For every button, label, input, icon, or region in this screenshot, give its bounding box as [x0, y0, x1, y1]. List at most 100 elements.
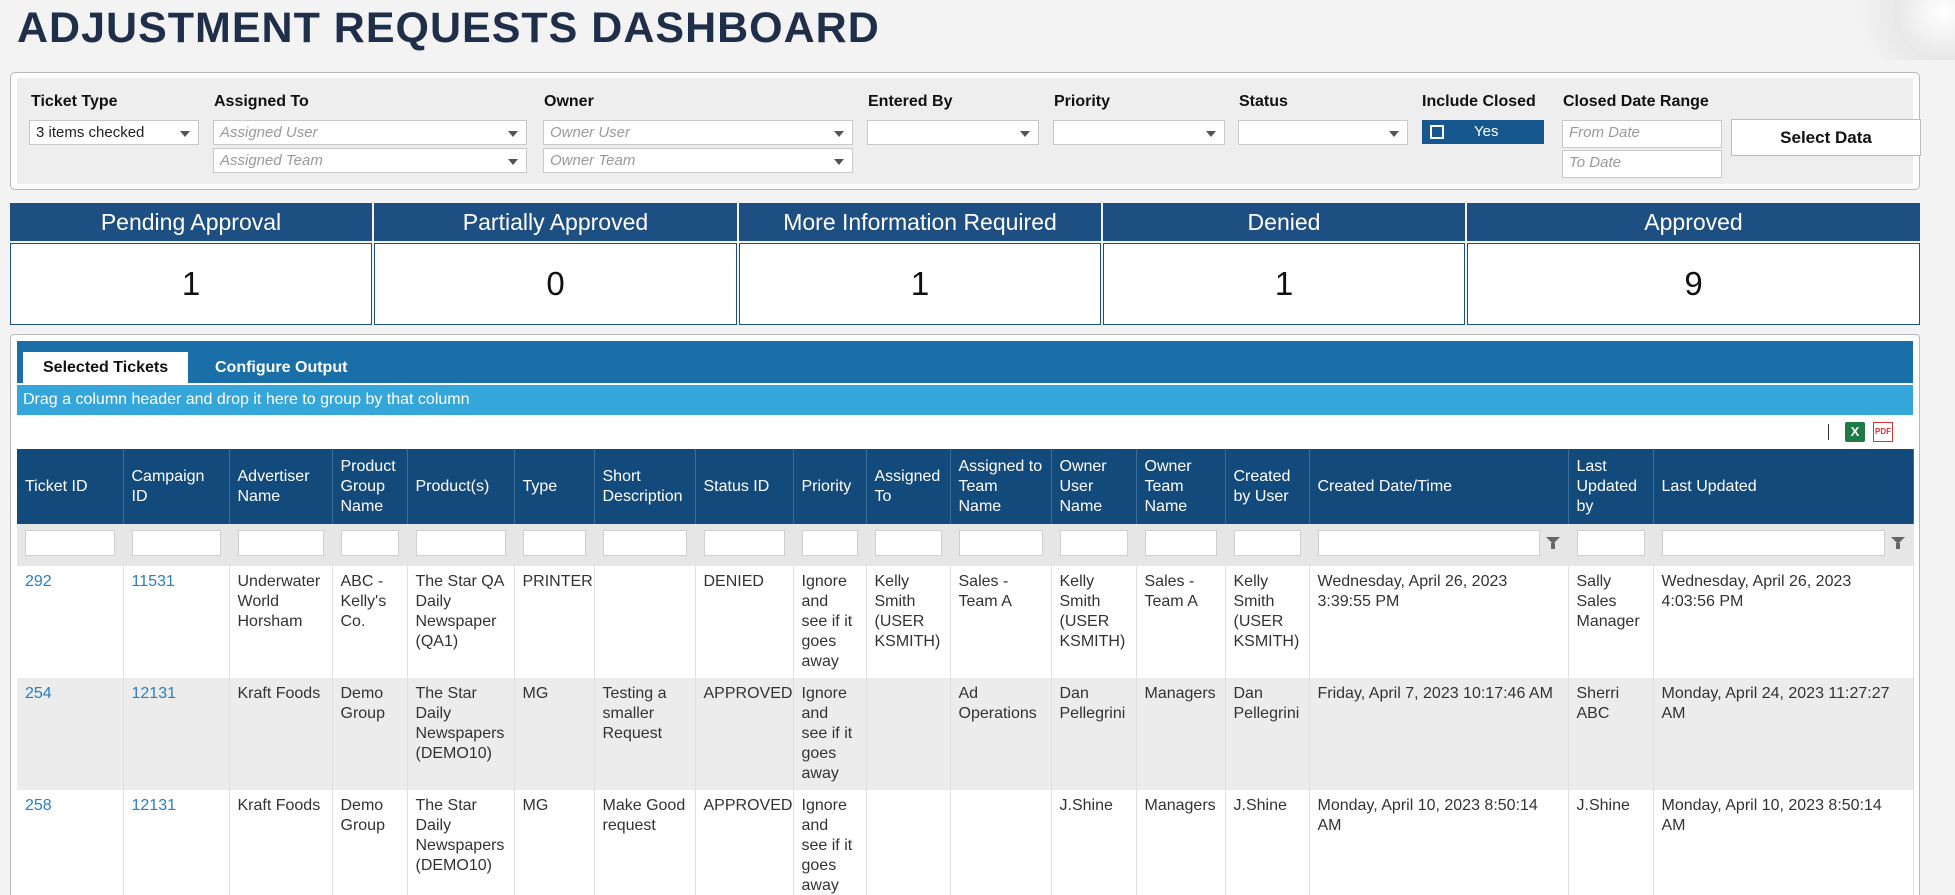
- assigned-team-select[interactable]: Assigned Team: [213, 148, 527, 173]
- column-header[interactable]: Last Updated: [1653, 449, 1914, 524]
- table-cell: Sally Sales Manager: [1568, 566, 1654, 678]
- tickets-table: Ticket ID Campaign ID Advertiser Name Pr…: [17, 449, 1914, 895]
- status-select[interactable]: [1238, 120, 1408, 145]
- status-label: Status: [1239, 93, 1288, 110]
- column-header[interactable]: Created Date/Time: [1309, 449, 1569, 524]
- table-row[interactable]: 254 12131 Kraft Foods Demo Group The Sta…: [17, 678, 1914, 790]
- table-cell: Ignore and see if it goes away: [793, 678, 867, 790]
- table-cell: Dan Pellegrini: [1225, 678, 1310, 790]
- column-filter-input[interactable]: [340, 530, 399, 556]
- column-filter-input[interactable]: [1576, 530, 1645, 556]
- column-header[interactable]: Type: [514, 449, 595, 524]
- campaign-id-link[interactable]: 11531: [132, 573, 175, 590]
- table-cell: Friday, April 7, 2023 10:17:46 AM: [1309, 678, 1569, 790]
- table-cell: J.Shine: [1051, 790, 1137, 895]
- table-cell: Demo Group: [332, 678, 408, 790]
- table-cell: Dan Pellegrini: [1051, 678, 1137, 790]
- filter-icon[interactable]: [1545, 536, 1560, 550]
- tab-configure-output[interactable]: Configure Output: [195, 352, 367, 383]
- column-filter-input[interactable]: [1661, 530, 1885, 556]
- column-filter-input[interactable]: [415, 530, 506, 556]
- filter-icon[interactable]: [1890, 536, 1905, 550]
- column-filter-input[interactable]: [1233, 530, 1301, 556]
- excel-export-icon[interactable]: X: [1845, 422, 1865, 442]
- kpi-partially-approved: Partially Approved 0: [374, 203, 737, 325]
- column-header[interactable]: Assigned to Team Name: [950, 449, 1052, 524]
- table-cell: PRINTER: [514, 566, 595, 678]
- table-cell: Testing a smaller Request: [594, 678, 696, 790]
- column-header[interactable]: Owner Team Name: [1136, 449, 1226, 524]
- kpi-value: 9: [1467, 243, 1920, 325]
- owner-team-select[interactable]: Owner Team: [543, 148, 853, 173]
- closed-date-range-label: Closed Date Range: [1563, 93, 1709, 110]
- column-filter-input[interactable]: [602, 530, 687, 556]
- ticket-id-link[interactable]: 258: [25, 797, 52, 814]
- column-header[interactable]: Status ID: [695, 449, 794, 524]
- ticket-type-select[interactable]: 3 items checked: [29, 120, 199, 145]
- column-header[interactable]: Advertiser Name: [229, 449, 333, 524]
- chevron-down-icon: [1020, 131, 1030, 137]
- kpi-label: Approved: [1467, 203, 1920, 241]
- kpi-value: 1: [1103, 243, 1465, 325]
- column-header[interactable]: Assigned To: [866, 449, 951, 524]
- ticket-id-link[interactable]: 292: [25, 573, 52, 590]
- table-cell: Underwater World Horsham: [229, 566, 333, 678]
- column-header[interactable]: Last Updated by: [1568, 449, 1654, 524]
- kpi-label: Denied: [1103, 203, 1465, 241]
- column-filter-input[interactable]: [958, 530, 1043, 556]
- table-cell: [866, 678, 951, 790]
- column-header[interactable]: Product Group Name: [332, 449, 408, 524]
- table-cell: Sales - Team A: [950, 566, 1052, 678]
- column-filter-input[interactable]: [801, 530, 858, 556]
- table-cell: Sales - Team A: [1136, 566, 1226, 678]
- column-filter-input[interactable]: [131, 530, 221, 556]
- pdf-export-icon[interactable]: PDF: [1873, 422, 1893, 442]
- page-title: ADJUSTMENT REQUESTS DASHBOARD: [17, 4, 880, 52]
- table-cell: Monday, April 10, 2023 8:50:14 AM: [1653, 790, 1914, 895]
- column-header[interactable]: Campaign ID: [123, 449, 230, 524]
- kpi-denied: Denied 1: [1103, 203, 1465, 325]
- table-cell: APPROVED: [695, 790, 794, 895]
- assigned-to-label: Assigned To: [214, 93, 309, 110]
- table-cell: Wednesday, April 26, 2023 4:03:56 PM: [1653, 566, 1914, 678]
- table-row[interactable]: 292 11531 Underwater World Horsham ABC -…: [17, 566, 1914, 678]
- column-filter-input[interactable]: [25, 530, 115, 556]
- assigned-user-select[interactable]: Assigned User: [213, 120, 527, 145]
- campaign-id-link[interactable]: 12131: [132, 685, 177, 702]
- kpi-value: 0: [374, 243, 737, 325]
- column-header[interactable]: Ticket ID: [17, 449, 124, 524]
- column-filter-input[interactable]: [1144, 530, 1217, 556]
- priority-select[interactable]: [1053, 120, 1225, 145]
- chevron-down-icon: [1206, 131, 1216, 137]
- include-closed-toggle[interactable]: Yes: [1422, 120, 1544, 144]
- column-filter-input[interactable]: [522, 530, 586, 556]
- column-header[interactable]: Product(s): [407, 449, 515, 524]
- table-cell: Managers: [1136, 790, 1226, 895]
- select-data-button[interactable]: Select Data: [1731, 119, 1921, 156]
- column-header[interactable]: Owner User Name: [1051, 449, 1137, 524]
- include-closed-label: Include Closed: [1422, 93, 1536, 110]
- entered-by-select[interactable]: [867, 120, 1039, 145]
- column-filter-input[interactable]: [874, 530, 942, 556]
- group-by-drop-zone[interactable]: Drag a column header and drop it here to…: [17, 385, 1913, 415]
- table-cell: Monday, April 10, 2023 8:50:14 AM: [1309, 790, 1569, 895]
- table-cell: Demo Group: [332, 790, 408, 895]
- campaign-id-link[interactable]: 12131: [132, 797, 177, 814]
- table-cell: Ignore and see if it goes away: [793, 566, 867, 678]
- kpi-label: Partially Approved: [374, 203, 737, 241]
- priority-label: Priority: [1054, 93, 1111, 110]
- table-cell: ABC - Kelly's Co.: [332, 566, 408, 678]
- column-header[interactable]: Created by User: [1225, 449, 1310, 524]
- to-date-input[interactable]: To Date: [1562, 150, 1722, 178]
- ticket-id-link[interactable]: 254: [25, 685, 52, 702]
- column-header[interactable]: Short Description: [594, 449, 696, 524]
- column-filter-input[interactable]: [237, 530, 324, 556]
- tab-selected-tickets[interactable]: Selected Tickets: [23, 352, 189, 383]
- column-filter-input[interactable]: [1059, 530, 1128, 556]
- column-filter-input[interactable]: [703, 530, 785, 556]
- column-header[interactable]: Priority: [793, 449, 867, 524]
- table-row[interactable]: 258 12131 Kraft Foods Demo Group The Sta…: [17, 790, 1914, 895]
- from-date-input[interactable]: From Date: [1562, 120, 1722, 148]
- column-filter-input[interactable]: [1317, 530, 1540, 556]
- owner-user-select[interactable]: Owner User: [543, 120, 853, 145]
